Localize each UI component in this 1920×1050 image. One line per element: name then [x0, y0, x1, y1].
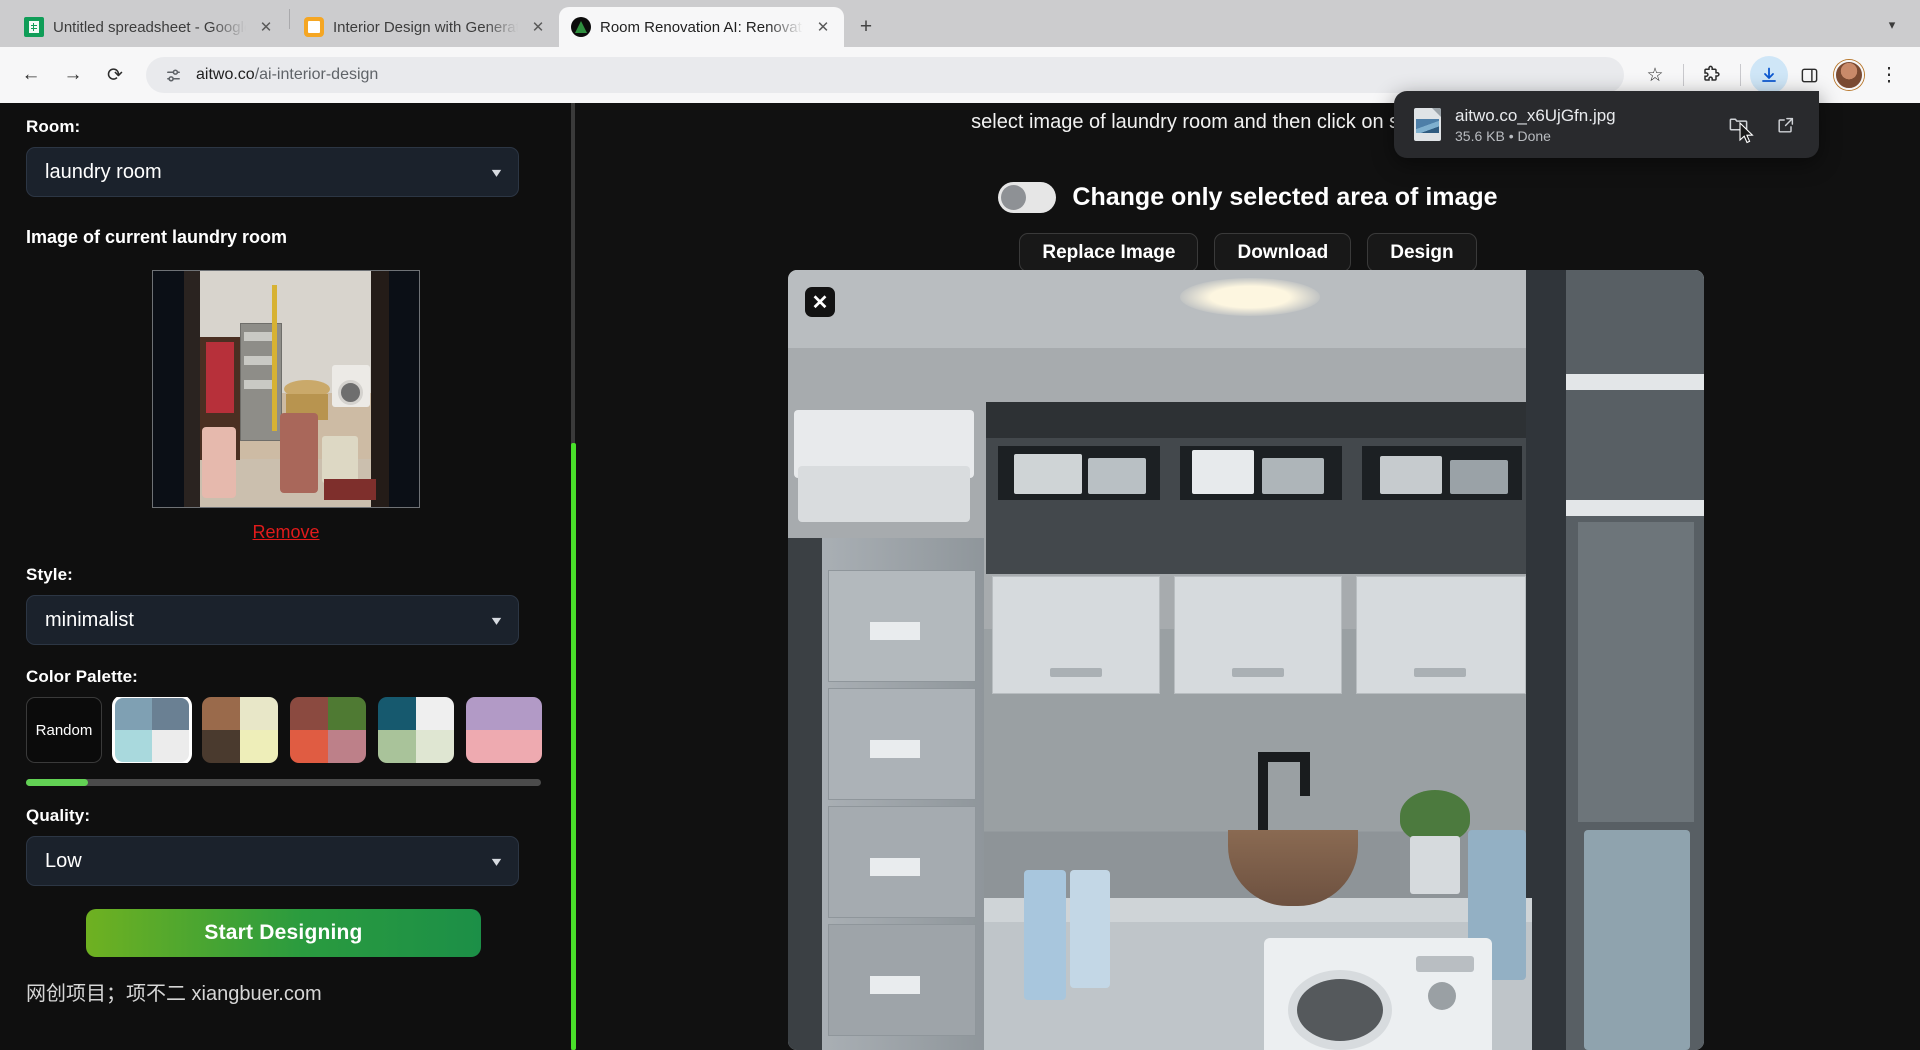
room-select-value: laundry room — [45, 161, 162, 184]
quality-label: Quality: — [26, 806, 546, 826]
selected-area-toggle[interactable] — [998, 182, 1056, 213]
start-designing-button[interactable]: Start Designing — [86, 909, 481, 957]
tab-label: Room Renovation AI: Renovate Your Room — [600, 19, 803, 36]
palette-swatch-lilac-pink[interactable] — [466, 697, 542, 763]
mouse-cursor — [1739, 122, 1755, 144]
reload-button[interactable]: ⟳ — [96, 56, 134, 94]
palette-scrollbar-thumb[interactable] — [26, 779, 88, 786]
tab-label: Untitled spreadsheet - Google Sheets — [53, 19, 246, 36]
new-tab-button[interactable]: + — [850, 11, 882, 43]
close-icon[interactable]: ✕ — [527, 16, 549, 38]
tab-untitled-spreadsheet[interactable]: Untitled spreadsheet - Google Sheets ✕ — [12, 7, 287, 47]
palette-scrollbar[interactable] — [26, 779, 541, 786]
palette-label: Color Palette: — [26, 667, 546, 687]
palette-swatch-teal-sage[interactable] — [378, 697, 454, 763]
page-content: Room: laundry room ▾ Image of current la… — [0, 103, 1920, 1050]
palette-swatch-random[interactable]: Random — [26, 697, 102, 763]
main-panel: select image of laundry room and then cl… — [576, 103, 1920, 1050]
image-section-title: Image of current laundry room — [26, 227, 546, 248]
remove-image-link[interactable]: Remove — [26, 522, 546, 543]
room-label: Room: — [26, 117, 546, 137]
chevron-down-icon: ▾ — [492, 612, 501, 629]
style-select-value: minimalist — [45, 609, 134, 632]
download-info: aitwo.co_x6UjGfn.jpg 35.6 KB • Done — [1455, 106, 1707, 144]
tab-divider — [289, 9, 290, 29]
downloads-button[interactable] — [1750, 56, 1788, 94]
browser-menu-icon[interactable]: ⋮ — [1870, 56, 1908, 94]
color-palette-list[interactable]: Random — [26, 697, 546, 763]
url-host: aitwo.co — [196, 66, 255, 83]
replace-image-button[interactable]: Replace Image — [1019, 233, 1198, 272]
download-filename: aitwo.co_x6UjGfn.jpg — [1455, 106, 1707, 126]
tab-room-renovation-ai[interactable]: Room Renovation AI: Renovate Your Room ✕ — [559, 7, 844, 47]
orange-doc-icon — [304, 17, 324, 37]
chevron-down-icon[interactable]: ▾ — [1874, 7, 1910, 43]
external-link-icon[interactable] — [1769, 108, 1803, 142]
style-label: Style: — [26, 565, 546, 585]
toggle-knob — [1001, 185, 1026, 210]
back-button[interactable]: ← — [12, 56, 50, 94]
download-bubble: aitwo.co_x6UjGfn.jpg 35.6 KB • Done — [1394, 91, 1819, 158]
toolbar-divider — [1683, 64, 1684, 86]
image-action-buttons: Replace Image Download Design — [576, 233, 1920, 272]
thumbnail-image — [184, 271, 389, 507]
download-button[interactable]: Download — [1214, 233, 1351, 272]
design-controls-sidebar: Room: laundry room ▾ Image of current la… — [0, 103, 572, 1050]
forward-button[interactable]: → — [54, 56, 92, 94]
toolbar-actions: ☆ ⋮ — [1636, 56, 1908, 94]
quality-select-value: Low — [45, 850, 82, 873]
selected-area-toggle-label: Change only selected area of image — [1072, 183, 1497, 212]
avatar[interactable] — [1830, 56, 1868, 94]
browser-window: Untitled spreadsheet - Google Sheets ✕ I… — [0, 0, 1920, 1050]
close-icon[interactable]: ✕ — [812, 16, 834, 38]
generated-image-container: ✕ — [788, 270, 1704, 1050]
quality-select[interactable]: Low ▾ — [26, 836, 519, 886]
palette-swatch-brown-cream[interactable] — [202, 697, 278, 763]
close-icon[interactable]: ✕ — [255, 16, 277, 38]
design-button[interactable]: Design — [1367, 233, 1476, 272]
tab-label: Interior Design with Generative AI — [333, 19, 518, 36]
tab-strip: Untitled spreadsheet - Google Sheets ✕ I… — [0, 0, 1920, 47]
chevron-down-icon: ▾ — [492, 164, 501, 181]
jpg-file-icon — [1414, 108, 1441, 141]
side-panel-icon[interactable] — [1790, 56, 1828, 94]
address-bar[interactable]: aitwo.co/ai-interior-design — [146, 57, 1624, 93]
current-room-thumbnail[interactable] — [152, 270, 420, 508]
style-select[interactable]: minimalist ▾ — [26, 595, 519, 645]
selected-area-toggle-row: Change only selected area of image — [576, 182, 1920, 213]
generated-room-image[interactable] — [788, 270, 1704, 1050]
room-select[interactable]: laundry room ▾ — [26, 147, 519, 197]
close-icon[interactable]: ✕ — [805, 287, 835, 317]
bookmark-star-icon[interactable]: ☆ — [1636, 56, 1674, 94]
sheets-icon — [24, 17, 44, 37]
download-status: 35.6 KB • Done — [1455, 128, 1707, 144]
palette-swatch-red-green[interactable] — [290, 697, 366, 763]
tune-icon[interactable] — [160, 62, 186, 88]
tab-interior-design[interactable]: Interior Design with Generative AI ✕ — [292, 7, 559, 47]
url-path: /ai-interior-design — [255, 66, 379, 83]
chevron-down-icon: ▾ — [492, 853, 501, 870]
aitwo-icon — [571, 17, 591, 37]
address-bar-text: aitwo.co/ai-interior-design — [196, 66, 378, 84]
toolbar-divider-2 — [1740, 64, 1741, 86]
palette-swatch-blue-grey[interactable] — [114, 697, 190, 763]
page-watermark: 网创项目；项不二 xiangbuer.com — [26, 977, 546, 1006]
extensions-icon[interactable] — [1693, 56, 1731, 94]
